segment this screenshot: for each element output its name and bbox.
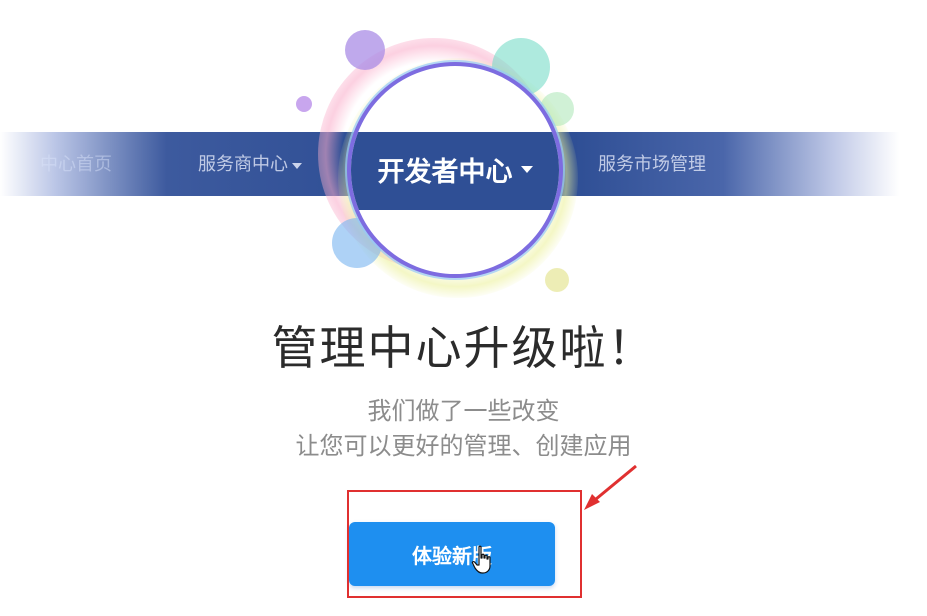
nav-item-provider-center[interactable]: 服务商中心 (198, 152, 302, 178)
nav-item-label: 中心首页 (40, 154, 112, 175)
decor-bubble-purple-small (296, 96, 312, 112)
subtitle-line-1: 我们做了一些改变 (367, 397, 560, 425)
nav-item-service-market[interactable]: 服务市场管理 (598, 152, 706, 178)
nav-item-label: 服务商中心 (198, 154, 288, 175)
annotation-highlight-box (347, 490, 582, 598)
caret-down-icon (520, 166, 533, 173)
nav-item-developer-center[interactable]: 开发者中心 (351, 150, 559, 189)
nav-item-label: 开发者中心 (377, 157, 513, 188)
magnified-nav-circle: 开发者中心 (347, 62, 563, 278)
decor-bubble-purple (345, 30, 385, 70)
caret-down-icon (292, 163, 302, 169)
red-arrow-icon (584, 464, 637, 510)
page-title: 管理中心升级啦！ (271, 321, 656, 375)
upgrade-splash: 中心首页 服务商中心 服务市场管理 开发者中心 管理中心升级啦！ 我们做了一些改… (0, 0, 927, 616)
nav-item-label: 服务市场管理 (598, 154, 706, 175)
subtitle-line-2: 让您可以更好的管理、创建应用 (295, 432, 632, 460)
nav-item-home[interactable]: 中心首页 (40, 152, 112, 178)
decor-bubble-yellow (545, 268, 569, 292)
hand-pointer-icon (471, 545, 491, 574)
